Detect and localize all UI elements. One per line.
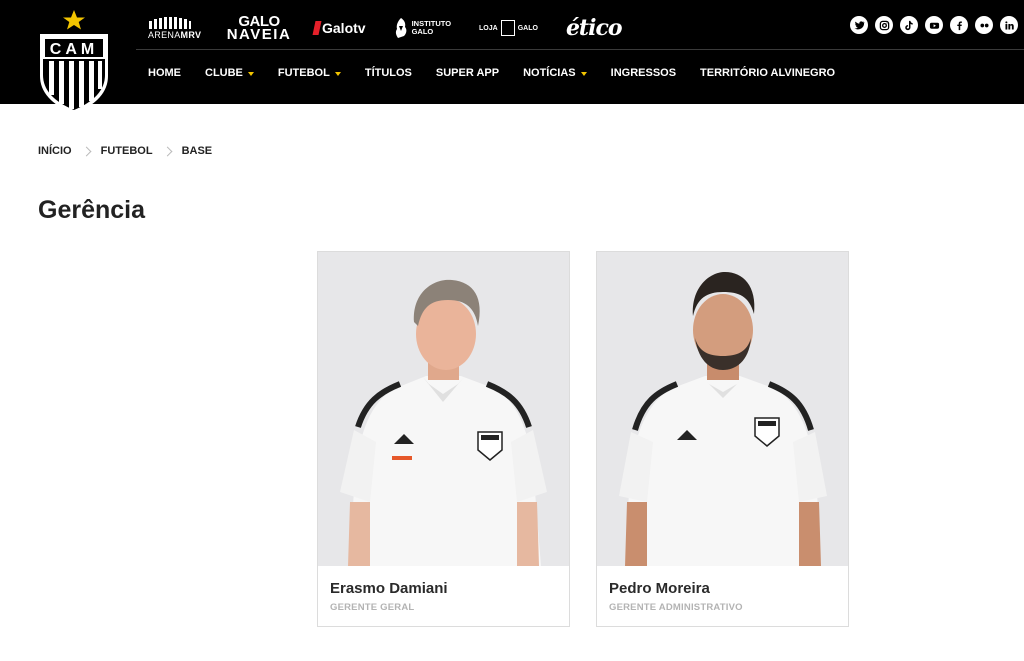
breadcrumb: INÍCIO FUTEBOL BASE (38, 145, 212, 157)
arena-arches-icon (149, 16, 191, 29)
staff-role: GERENTE GERAL (330, 602, 415, 613)
staff-name: Pedro Moreira (609, 580, 710, 597)
nav-label: TÍTULOS (364, 67, 412, 79)
rooster-icon (395, 18, 406, 38)
caret-down-icon (247, 71, 254, 76)
instituto-line2: GALO (411, 27, 434, 36)
instituto-galo-logo[interactable]: INSTITUTO GALO (394, 17, 451, 39)
nav-item-ingressos[interactable]: INGRESSOS (611, 67, 676, 79)
nav-label: FUTEBOL (277, 67, 330, 79)
galonaveia-line2: NAVEIA (226, 26, 292, 43)
nav-item-super-app[interactable]: SUPER APP (436, 67, 499, 79)
instagram-icon[interactable] (875, 16, 893, 34)
tiktok-icon[interactable] (900, 16, 918, 34)
galo-tv-logo[interactable]: Galotv (312, 20, 366, 36)
loja-galo-text: GALO (517, 24, 538, 32)
atletico-crest-logo[interactable]: CAM (36, 8, 112, 116)
arena-text: ARENA (148, 29, 181, 40)
nav-item-territorio-alvinegro[interactable]: TERRITÓRIO ALVINEGRO (700, 67, 835, 79)
caret-down-icon (334, 71, 341, 76)
galotv-mark-icon (312, 21, 322, 35)
breadcrumb-base: BASE (181, 145, 213, 157)
flickr-icon[interactable] (975, 16, 993, 34)
nav-label: SUPER APP (435, 67, 500, 79)
arena-mrv-logo[interactable]: ARENAMRV (148, 16, 204, 40)
breadcrumb-inicio[interactable]: INÍCIO (38, 145, 72, 157)
nav-label: TERRITÓRIO ALVINEGRO (700, 67, 836, 79)
page-title: Gerência (38, 196, 146, 224)
staff-photo (318, 252, 569, 566)
loja-galo-logo[interactable]: LOJA GALO (479, 20, 538, 36)
staff-card[interactable]: Pedro Moreira GERENTE ADMINISTRATIVO (596, 251, 849, 627)
chevron-right-icon (81, 146, 92, 156)
arena-mrv-text: MRV (180, 29, 202, 40)
galo-na-veia-logo[interactable]: GALO NAVEIA (227, 14, 290, 42)
nav-item-home[interactable]: HOME (148, 67, 181, 79)
nav-item-clube[interactable]: CLUBE (205, 67, 254, 79)
linkedin-icon[interactable] (1000, 16, 1018, 34)
staff-role: GERENTE ADMINISTRATIVO (609, 602, 743, 613)
nav-item-titulos[interactable]: TÍTULOS (365, 67, 412, 79)
etico-logo[interactable]: ético (565, 15, 623, 41)
galotv-text: Galotv (322, 20, 366, 36)
loja-text: LOJA (479, 24, 498, 32)
etico-text: ético (565, 15, 623, 41)
partner-logos: ARENAMRV GALO NAVEIA Galotv INSTITUTO GA… (148, 10, 650, 46)
social-links (850, 16, 1018, 34)
chevron-right-icon (162, 146, 173, 156)
staff-name: Erasmo Damiani (330, 580, 448, 597)
header-divider (136, 49, 1024, 50)
twitter-icon[interactable] (850, 16, 868, 34)
site-header: CAM ARENAMRV GALO NAVEIA Galotv INSTITUT… (0, 0, 1024, 114)
staff-card[interactable]: Erasmo Damiani GERENTE GERAL (317, 251, 570, 627)
facebook-icon[interactable] (950, 16, 968, 34)
nav-label: HOME (148, 67, 181, 79)
youtube-icon[interactable] (925, 16, 943, 34)
crest-text: CAM (50, 41, 98, 58)
nav-label: NOTÍCIAS (523, 67, 576, 79)
caret-down-icon (580, 71, 587, 76)
breadcrumb-futebol[interactable]: FUTEBOL (101, 145, 153, 157)
staff-photo (597, 252, 848, 566)
shopping-bag-icon (500, 20, 515, 36)
main-nav: HOME CLUBE FUTEBOL TÍTULOS SUPER APP NOT… (148, 67, 859, 79)
nav-item-futebol[interactable]: FUTEBOL (278, 67, 341, 79)
nav-label: INGRESSOS (610, 67, 677, 79)
nav-item-noticias[interactable]: NOTÍCIAS (523, 67, 587, 79)
nav-label: CLUBE (205, 67, 243, 79)
